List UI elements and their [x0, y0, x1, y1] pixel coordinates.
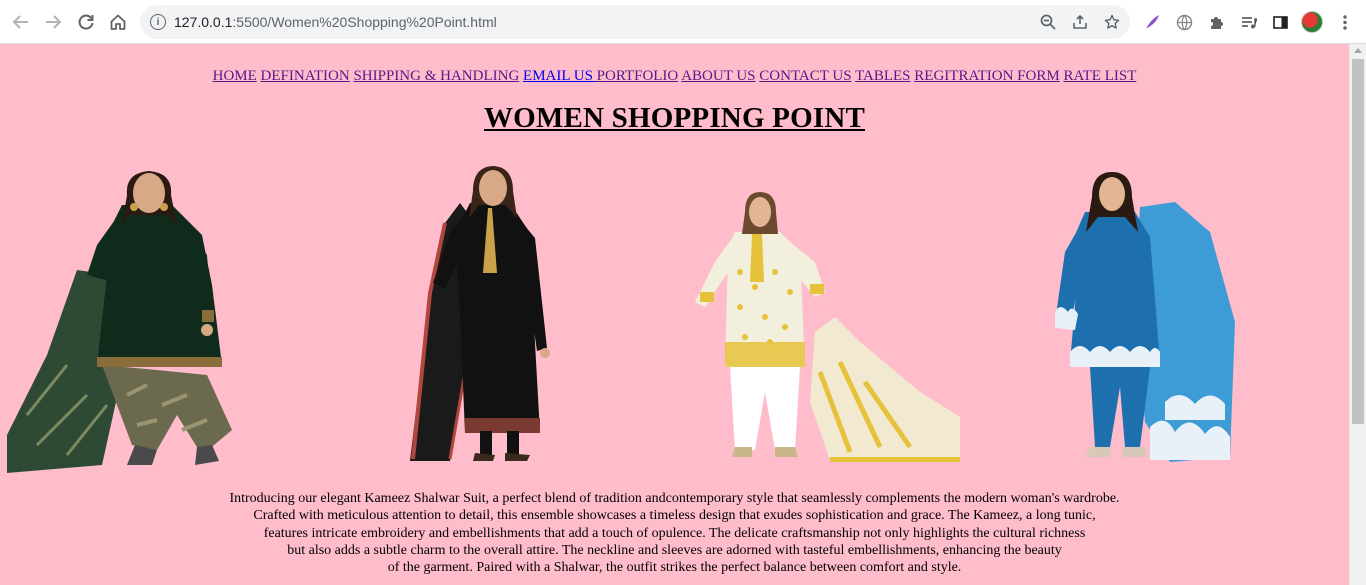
zoom-out-icon[interactable] [1038, 12, 1058, 32]
nav-link-email-us[interactable]: EMAIL US [523, 68, 597, 84]
info-icon[interactable]: i [150, 14, 166, 30]
nav-link-shipping[interactable]: SHIPPING & HANDLING [353, 68, 519, 84]
url-host: 127.0.0.1 [174, 14, 233, 30]
feather-icon[interactable] [1141, 11, 1163, 33]
page-title: WOMEN SHOPPING POINT [483, 102, 865, 134]
vertical-scrollbar[interactable] [1349, 44, 1366, 585]
description-line: of the garment. Paired with a Shalwar, t… [387, 560, 962, 576]
forward-icon[interactable] [41, 10, 65, 34]
description-line: Crafted with meticulous attention to det… [253, 508, 1096, 524]
page-content: HOME DEFINATION SHIPPING & HANDLING EMAI… [0, 44, 1349, 585]
avatar-icon[interactable] [1301, 11, 1323, 33]
nav-link-rate-list[interactable]: RATE LIST [1063, 68, 1136, 84]
nav-link-tables[interactable]: TABLES [855, 68, 910, 84]
nav-link-contact-us[interactable]: CONTACT US [759, 68, 851, 84]
nav-link-registration-form[interactable]: REGITRATION FORM [914, 68, 1059, 84]
product-image-blue-suit [1050, 172, 1240, 462]
scroll-up-arrow-icon[interactable] [1354, 48, 1362, 53]
back-icon[interactable] [9, 10, 33, 34]
description-line: but also adds a subtle charm to the over… [287, 542, 1062, 558]
reload-icon[interactable] [74, 10, 98, 34]
browser-toolbar: i 127.0.0.1:5500/Women%20Shopping%20Poin… [0, 0, 1366, 44]
nav-link-about-us[interactable]: ABOUT US [681, 68, 755, 84]
star-icon[interactable] [1102, 12, 1122, 32]
puzzle-icon[interactable] [1205, 11, 1227, 33]
scrollbar-thumb[interactable] [1352, 59, 1364, 424]
nav-link-defination[interactable]: DEFINATION [261, 68, 350, 84]
description-line: Introducing our elegant Kameez Shalwar S… [229, 491, 1120, 506]
url-text[interactable]: 127.0.0.1:5500/Women%20Shopping%20Point.… [174, 14, 497, 30]
product-image-ivory-suit [690, 192, 960, 462]
product-image-green-suit [7, 165, 252, 475]
media-queue-icon[interactable] [1237, 11, 1259, 33]
nav-link-portfolio[interactable]: PORTFOLIO [597, 68, 679, 84]
main-navigation: HOME DEFINATION SHIPPING & HANDLING EMAI… [0, 68, 1349, 85]
share-icon[interactable] [1070, 12, 1090, 32]
address-bar[interactable]: i 127.0.0.1:5500/Women%20Shopping%20Poin… [140, 5, 1130, 39]
product-description: Introducing our elegant Kameez Shalwar S… [0, 490, 1349, 576]
url-path: :5500/Women%20Shopping%20Point.html [232, 14, 497, 30]
home-icon[interactable] [106, 10, 130, 34]
kebab-menu-icon[interactable] [1334, 11, 1356, 33]
product-image-black-suit [405, 163, 560, 465]
globe-icon[interactable] [1173, 11, 1195, 33]
nav-link-home[interactable]: HOME [213, 68, 257, 84]
description-line: features intricate embroidery and embell… [263, 525, 1086, 541]
side-panel-icon[interactable] [1269, 11, 1291, 33]
